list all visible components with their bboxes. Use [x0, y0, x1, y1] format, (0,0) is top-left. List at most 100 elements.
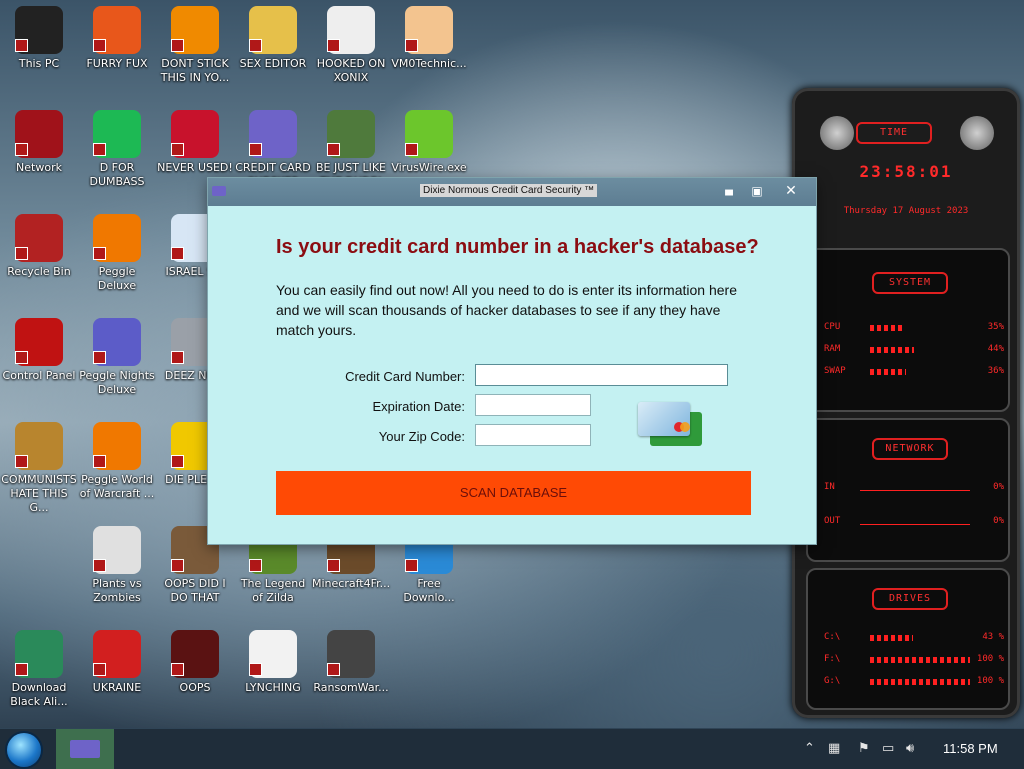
- desktop-shortcut-label: Recycle Bin: [7, 265, 71, 278]
- desktop-shortcut[interactable]: Peggle Deluxe: [78, 214, 156, 293]
- app-red-icon: [171, 630, 219, 678]
- row-label: OUT: [824, 516, 841, 526]
- expiration-date-label: Expiration Date:: [372, 399, 466, 414]
- drive-row: C:\ 43 %: [824, 632, 1004, 644]
- zip-code-input[interactable]: [475, 424, 591, 446]
- desktop-shortcut-label: LYNCHING: [245, 681, 301, 694]
- shortcut-arrow-icon: [405, 143, 418, 156]
- desktop-shortcut-label: OOPS DID I DO THAT: [164, 577, 226, 604]
- date-readout: Thursday 17 August 2023: [843, 206, 969, 216]
- shortcut-arrow-icon: [15, 663, 28, 676]
- desktop-shortcut[interactable]: NEVER USED!: [156, 110, 234, 175]
- shortcut-arrow-icon: [93, 39, 106, 52]
- system-title: SYSTEM: [872, 272, 948, 294]
- card-number-label: Credit Card Number:: [345, 369, 465, 384]
- shortcut-arrow-icon: [171, 663, 184, 676]
- shortcut-arrow-icon: [327, 143, 340, 156]
- desktop-shortcut-label: DONT STICK THIS IN YO...: [160, 57, 230, 84]
- desktop-shortcut[interactable]: FURRY FUX: [78, 6, 156, 71]
- desktop-shortcut-label: VM0Technic...: [391, 57, 467, 70]
- peggle-wow-icon: [93, 422, 141, 470]
- desktop-shortcut[interactable]: Control Panel: [0, 318, 78, 383]
- alien-head-icon: [960, 116, 994, 150]
- start-button[interactable]: [7, 733, 41, 767]
- radiation-icon: [93, 630, 141, 678]
- desktop-shortcut[interactable]: VirusWire.exe: [390, 110, 468, 175]
- shortcut-arrow-icon: [93, 143, 106, 156]
- traffic-graph: [860, 524, 970, 525]
- desktop-shortcut[interactable]: COMMUNISTS HATE THIS G...: [0, 422, 78, 515]
- action-center-icon[interactable]: ▭: [882, 741, 894, 756]
- money-bag-icon: [15, 422, 63, 470]
- star-character-icon: [15, 630, 63, 678]
- desktop-shortcut-label: D FOR DUMBASS: [89, 161, 145, 188]
- desktop-shortcut[interactable]: RansomWar...: [312, 630, 390, 695]
- desktop-shortcut[interactable]: OOPS: [156, 630, 234, 695]
- shortcut-arrow-icon: [171, 455, 184, 468]
- chevron-up-icon[interactable]: ⌃: [804, 741, 815, 756]
- network-icon: [15, 110, 63, 158]
- volume-icon[interactable]: 🔊︎: [906, 741, 914, 756]
- desktop-shortcut-label: Peggle World of Warcraft ...: [79, 473, 155, 500]
- maximize-button[interactable]: ▣: [746, 181, 768, 201]
- row-label: F:\: [824, 654, 841, 664]
- scan-database-button[interactable]: SCAN DATABASE: [276, 471, 751, 515]
- system-row: SWAP 36%: [824, 366, 1004, 378]
- peggle-nights-icon: [93, 318, 141, 366]
- shortcut-arrow-icon: [171, 351, 184, 364]
- taskbar-credit-card-app[interactable]: [56, 729, 114, 769]
- desktop-shortcut[interactable]: Peggle Nights Deluxe: [78, 318, 156, 397]
- devcpp-icon: [171, 110, 219, 158]
- headline: Is your credit card number in a hacker's…: [276, 236, 759, 258]
- desktop-shortcut-label: This PC: [18, 57, 60, 70]
- card-number-input[interactable]: [475, 364, 728, 386]
- taskbar-clock[interactable]: 11:58 PM: [943, 741, 998, 756]
- row-label: C:\: [824, 632, 841, 642]
- desktop-shortcut-label: Peggle Deluxe: [97, 265, 137, 292]
- desktop-shortcut[interactable]: VM0Technic...: [390, 6, 468, 71]
- network-tray-icon[interactable]: ▦: [828, 741, 840, 756]
- close-button[interactable]: ✕: [780, 181, 802, 201]
- desktop-shortcut[interactable]: SEX EDITOR: [234, 6, 312, 71]
- shortcut-arrow-icon: [15, 39, 28, 52]
- shortcut-arrow-icon: [249, 559, 262, 572]
- desktop-shortcut[interactable]: UKRAINE: [78, 630, 156, 695]
- desktop-shortcut[interactable]: HOOKED ON XONIX: [312, 6, 390, 85]
- desktop-shortcut[interactable]: DONT STICK THIS IN YO...: [156, 6, 234, 85]
- desktop-shortcut-label: FURRY FUX: [86, 57, 148, 70]
- row-label: SWAP: [824, 366, 846, 376]
- network-row: OUT 0%: [824, 516, 1004, 528]
- desktop-shortcut-label: UKRAINE: [92, 681, 142, 694]
- drives-box: DRIVES C:\ 43 % F:\ 100 % G:\ 100 %: [806, 568, 1010, 710]
- desktop-shortcut[interactable]: Peggle World of Warcraft ...: [78, 422, 156, 501]
- shortcut-arrow-icon: [171, 247, 184, 260]
- desktop-shortcut-label: Minecraft4Fr...: [312, 577, 391, 590]
- row-value: 44%: [987, 344, 1004, 354]
- desktop-shortcut-label: Control Panel: [2, 369, 76, 382]
- row-value: 0%: [993, 516, 1004, 526]
- desktop-shortcut[interactable]: This PC: [0, 6, 78, 71]
- desktop-shortcut[interactable]: Recycle Bin: [0, 214, 78, 279]
- title-bar[interactable]: Dixie Normous Credit Card Security ™ ▄ ▣…: [208, 178, 816, 206]
- control-panel-icon: [15, 318, 63, 366]
- desktop-shortcut[interactable]: LYNCHING: [234, 630, 312, 695]
- flag-icon[interactable]: ⚑: [858, 741, 870, 756]
- desktop-shortcut[interactable]: Download Black Ali...: [0, 630, 78, 709]
- desktop-shortcut[interactable]: Plants vs Zombies: [78, 526, 156, 605]
- system-row: RAM 44%: [824, 344, 1004, 356]
- shortcut-arrow-icon: [171, 559, 184, 572]
- network-row: IN 0%: [824, 482, 1004, 494]
- minimize-button[interactable]: ▄: [718, 181, 740, 201]
- row-label: CPU: [824, 322, 841, 332]
- xonix-icon: [327, 6, 375, 54]
- expiration-date-input[interactable]: [475, 394, 591, 416]
- firefox-icon: [93, 6, 141, 54]
- desktop-shortcut-label: COMMUNISTS HATE THIS G...: [1, 473, 77, 514]
- usage-bar: [870, 369, 906, 375]
- desktop-shortcut[interactable]: Network: [0, 110, 78, 175]
- desktop-shortcut[interactable]: D FOR DUMBASS: [78, 110, 156, 189]
- time-readout: 23:58:01: [859, 162, 953, 181]
- intro-text: You can easily find out now! All you nee…: [276, 282, 737, 338]
- shortcut-arrow-icon: [93, 663, 106, 676]
- credit-card-security-window: Dixie Normous Credit Card Security ™ ▄ ▣…: [208, 178, 816, 544]
